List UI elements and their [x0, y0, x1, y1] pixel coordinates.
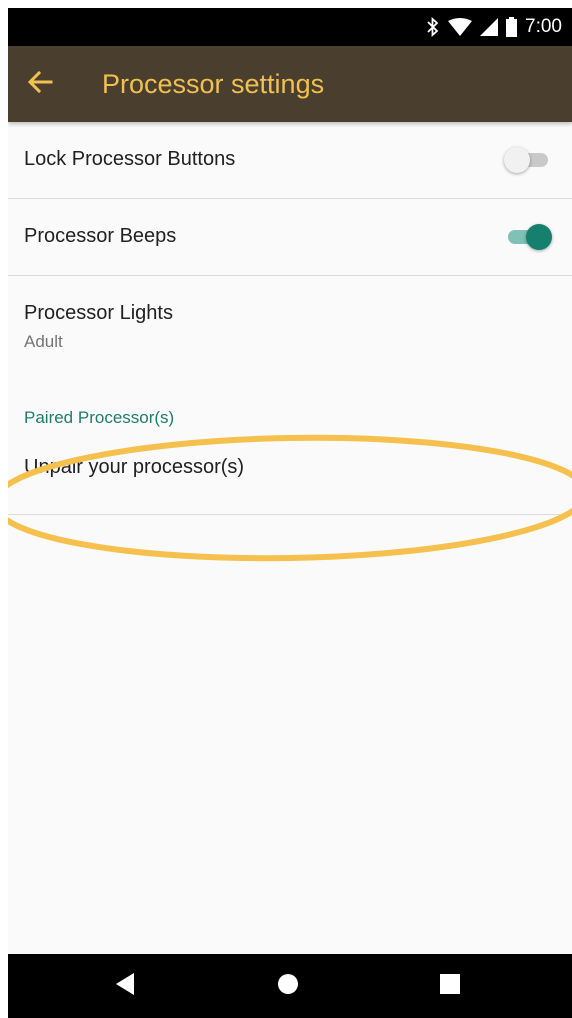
status-icons: 7:00 — [426, 8, 562, 46]
wifi-icon — [448, 18, 473, 36]
nav-back-button[interactable] — [106, 966, 146, 1006]
navigation-bar — [8, 954, 572, 1018]
processor-lights-row[interactable]: Processor Lights Adult — [8, 276, 572, 386]
lock-processor-buttons-label: Lock Processor Buttons — [24, 148, 236, 170]
processor-lights-value: Adult — [24, 332, 63, 351]
section-title: Paired Processor(s) — [24, 408, 175, 427]
status-bar: 7:00 — [8, 8, 572, 46]
back-triangle-icon — [116, 972, 136, 1000]
unpair-processors-row[interactable]: Unpair your processor(s) — [8, 434, 572, 515]
switch-thumb — [526, 224, 552, 250]
processor-lights-label: Processor Lights — [24, 302, 173, 324]
recents-square-icon — [440, 973, 460, 999]
device-screen: 7:00 Processor settings Lock Processor B… — [8, 8, 572, 1018]
signal-icon — [480, 18, 499, 36]
arrow-left-icon — [27, 70, 53, 98]
processor-beeps-label: Processor Beeps — [24, 225, 177, 247]
processor-beeps-switch[interactable] — [508, 224, 552, 250]
nav-recents-button[interactable] — [430, 966, 470, 1006]
unpair-processors-label: Unpair your processor(s) — [24, 456, 245, 478]
processor-beeps-row[interactable]: Processor Beeps — [8, 199, 572, 276]
nav-home-button[interactable] — [268, 966, 308, 1006]
paired-processors-header: Paired Processor(s) — [8, 386, 572, 434]
switch-thumb — [504, 147, 530, 173]
settings-list: Lock Processor Buttons Processor Beeps P… — [8, 122, 572, 515]
page-title: Processor settings — [102, 69, 325, 99]
battery-icon — [506, 17, 518, 37]
app-bar: Processor settings — [8, 46, 572, 122]
lock-processor-buttons-switch[interactable] — [504, 147, 548, 173]
lock-processor-buttons-row[interactable]: Lock Processor Buttons — [8, 122, 572, 199]
bluetooth-icon — [426, 17, 440, 37]
home-circle-icon — [277, 973, 299, 1000]
back-button[interactable] — [22, 66, 58, 102]
status-time: 7:00 — [525, 16, 562, 37]
